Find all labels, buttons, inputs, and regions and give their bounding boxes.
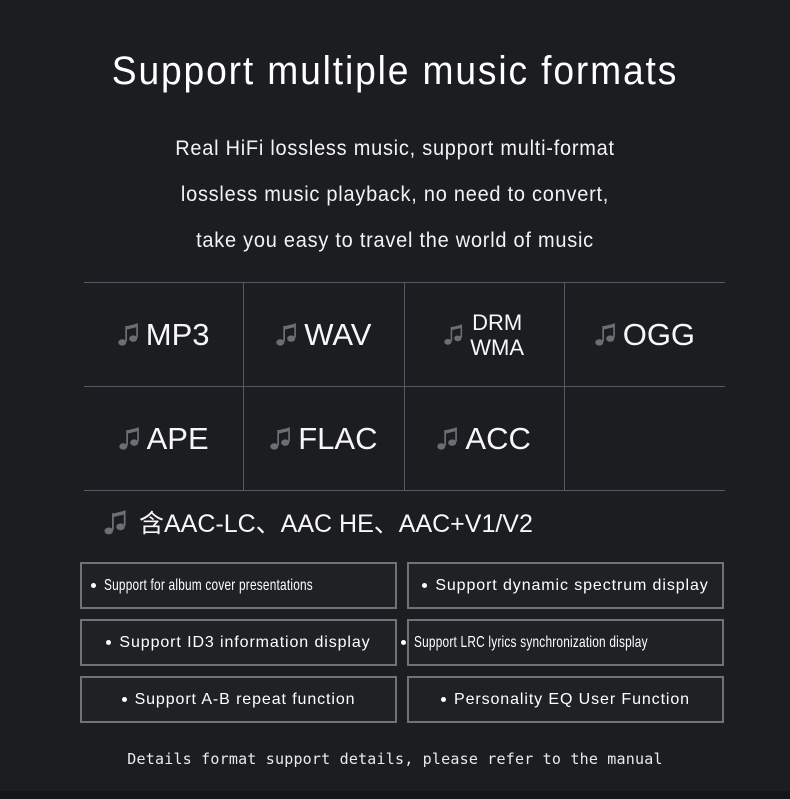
format-label-stacked: DRM WMA [470,310,524,360]
feature-box-album-cover[interactable]: Support for album cover presentations [80,562,397,609]
format-cell-flac: FLAC [244,387,405,490]
music-note-icon [444,324,464,348]
subtitle-block: Real HiFi lossless music, support multi-… [20,126,771,264]
format-grid-row: APE FLAC ACC [84,387,725,491]
subtitle-line-1: Real HiFi lossless music, support multi-… [175,137,615,160]
feature-row: Support for album cover presentations Su… [80,562,724,609]
bottom-band [0,791,790,799]
bullet-icon [121,697,127,702]
feature-box-id3-info[interactable]: Support ID3 information display [80,619,397,666]
feature-label: Personality EQ User Function [454,690,690,708]
aac-detail-line: 含AAC-LC、AAC HE、AAC+V1/V2 [104,502,533,546]
format-cell-acc: ACC [405,387,565,490]
music-note-icon [270,426,292,453]
feature-label: Support A-B repeat function [134,690,356,708]
music-note-icon [437,426,459,453]
feature-row: Support ID3 information display Support … [80,619,724,666]
feature-box-lrc-lyrics[interactable]: Support LRC lyrics synchronization displ… [401,619,724,666]
feature-row: Support A-B repeat function Personality … [80,676,724,723]
bullet-icon [441,697,447,702]
format-label: FLAC [298,421,378,456]
format-cell-drm-wma: DRM WMA [405,283,565,386]
format-label: WAV [304,317,372,352]
subtitle-line-2: lossless music playback, no need to conv… [180,183,610,206]
format-grid-row: MP3 WAV DRM WMA OGG [84,283,725,387]
format-cell-wav: WAV [244,283,405,386]
format-label: MP3 [145,317,210,352]
bullet-icon [90,583,96,588]
music-note-icon [118,426,141,453]
feature-label: Support ID3 information display [119,633,371,651]
format-cell-mp3: MP3 [84,283,245,386]
bullet-icon [422,583,428,588]
format-label: OGG [622,317,696,352]
feature-list: Support for album cover presentations Su… [80,562,724,723]
feature-label: Support LRC lyrics synchronization displ… [414,633,648,651]
footer-note: Details format support details, please r… [127,750,663,768]
music-note-icon [276,322,298,349]
bullet-icon [401,640,407,645]
feature-box-dynamic-spectrum[interactable]: Support dynamic spectrum display [407,562,724,609]
format-label: APE [146,421,209,456]
format-cell-ogg: OGG [565,283,725,386]
music-note-icon [104,510,128,538]
aac-detail-text: 含AAC-LC、AAC HE、AAC+V1/V2 [139,510,533,538]
format-label-line-1: DRM [472,309,523,335]
format-label-line-2: WMA [470,334,524,360]
promo-page: Support multiple music formats Real HiFi… [0,0,790,799]
music-note-icon [118,322,140,349]
format-cell-ape: APE [84,387,245,490]
feature-box-eq-user-function[interactable]: Personality EQ User Function [407,676,724,723]
format-label: ACC [465,421,531,456]
feature-box-ab-repeat[interactable]: Support A-B repeat function [80,676,397,723]
music-note-icon [595,322,617,349]
feature-label: Support for album cover presentations [103,576,313,594]
bullet-icon [106,640,112,645]
subtitle-line-3: take you easy to travel the world of mus… [196,229,594,252]
format-grid: MP3 WAV DRM WMA OGG APE FLAC ACC [84,282,725,491]
page-title: Support multiple music formats [111,49,679,93]
format-cell-empty [565,387,725,490]
feature-label: Support dynamic spectrum display [435,576,709,594]
